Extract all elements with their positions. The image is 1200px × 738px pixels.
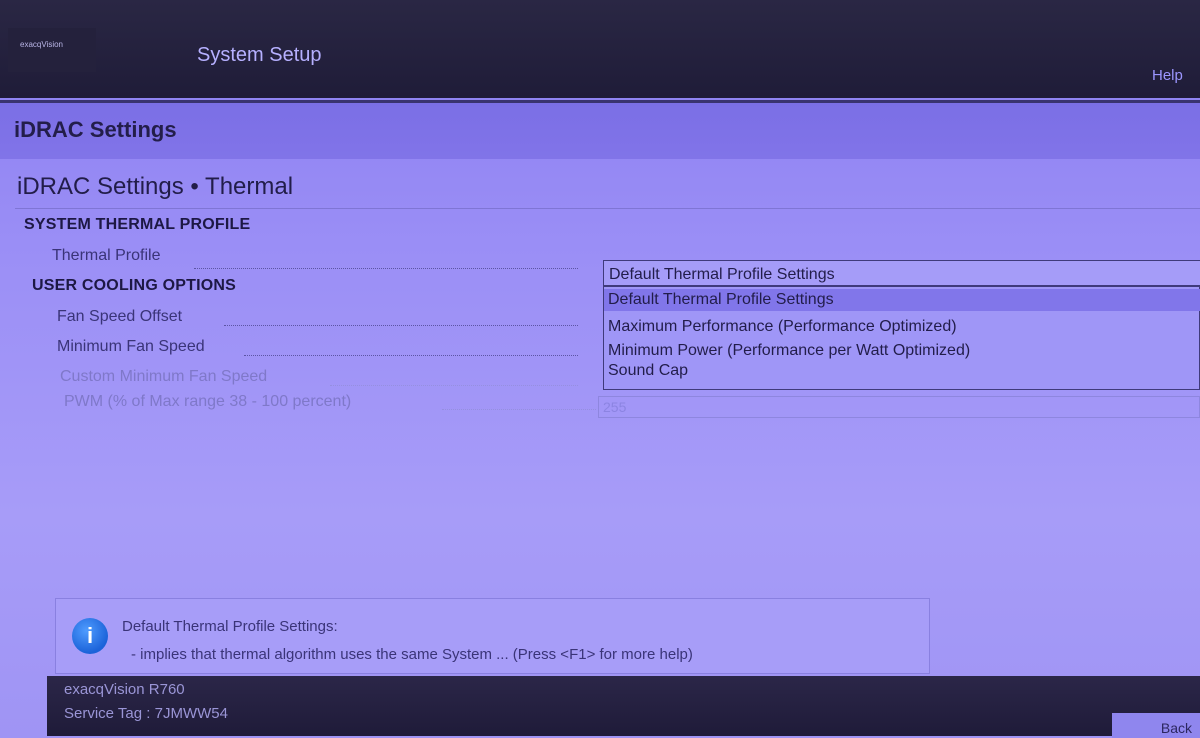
thermal-option-sound-cap[interactable]: Sound Cap	[604, 360, 1200, 382]
fan-speed-offset-label: Fan Speed Offset	[57, 308, 183, 325]
section-bar	[0, 100, 1200, 159]
page-title-divider	[15, 208, 1200, 209]
thermal-profile-selected-value[interactable]: Default Thermal Profile Settings	[604, 261, 1200, 287]
custom-min-fan-speed-label: Custom Minimum Fan Speed	[60, 368, 268, 385]
top-bar	[0, 0, 1200, 98]
minimum-fan-speed-label: Minimum Fan Speed	[57, 338, 205, 355]
section-title: iDRAC Settings	[14, 117, 177, 142]
fan-speed-offset-leader	[224, 325, 578, 327]
thermal-profile-leader	[194, 268, 578, 270]
thermal-option-max-performance[interactable]: Maximum Performance (Performance Optimiz…	[604, 316, 1200, 338]
back-button[interactable]: Back	[1112, 713, 1200, 738]
group-user-cooling-options: USER COOLING OPTIONS	[32, 277, 237, 294]
info-title: Default Thermal Profile Settings:	[122, 618, 338, 635]
info-description: - implies that thermal algorithm uses th…	[131, 646, 693, 663]
pwm-input[interactable]: 255	[598, 396, 1200, 418]
footer-service-tag: Service Tag : 7JMWW54	[64, 705, 228, 722]
thermal-option-default[interactable]: Default Thermal Profile Settings	[604, 289, 1200, 311]
minimum-fan-speed-leader	[244, 355, 578, 357]
info-icon: i	[72, 618, 108, 654]
system-setup-title: System Setup	[197, 44, 322, 66]
help-link[interactable]: Help	[1152, 67, 1183, 84]
brand-text: exacqVision	[20, 40, 63, 49]
pwm-leader	[442, 409, 596, 411]
brand-logo: exacqVision	[8, 28, 96, 72]
pwm-label: PWM (% of Max range 38 - 100 percent)	[64, 393, 352, 410]
thermal-profile-label: Thermal Profile	[52, 247, 161, 264]
footer-model: exacqVision R760	[64, 681, 185, 698]
thermal-option-min-power[interactable]: Minimum Power (Performance per Watt Opti…	[604, 340, 1200, 362]
group-system-thermal-profile: SYSTEM THERMAL PROFILE	[24, 216, 251, 233]
page-title: iDRAC Settings • Thermal	[17, 173, 294, 200]
custom-min-fan-speed-leader	[330, 385, 578, 387]
thermal-profile-dropdown[interactable]: Default Thermal Profile Settings Default…	[603, 260, 1200, 390]
